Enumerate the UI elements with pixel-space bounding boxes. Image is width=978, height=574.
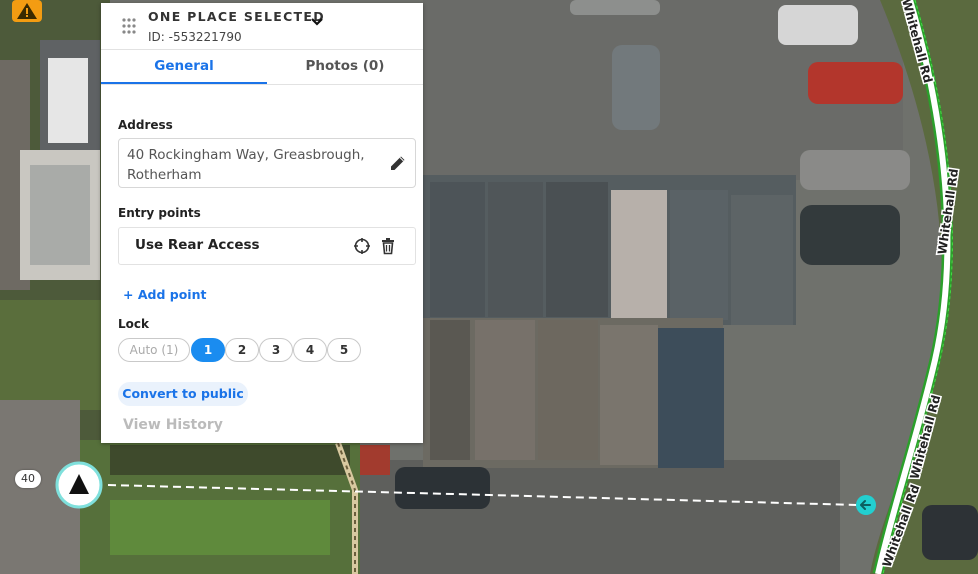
place-details-panel: ONE PLACE SELECTED ID: -553221790 Genera… xyxy=(101,3,423,443)
address-value: 40 Rockingham Way, Greasbrough, Rotherha… xyxy=(127,147,365,183)
add-point-link[interactable]: + Add point xyxy=(123,287,206,302)
convert-to-public-button[interactable]: Convert to public xyxy=(118,382,248,406)
tab-photos[interactable]: Photos (0) xyxy=(267,50,423,82)
chevron-down-icon[interactable] xyxy=(308,13,326,31)
lock-option-2[interactable]: 2 xyxy=(225,338,259,362)
panel-header: ONE PLACE SELECTED ID: -553221790 xyxy=(101,3,423,49)
place-id: ID: -553221790 xyxy=(148,30,242,44)
entry-points-label: Entry points xyxy=(118,206,201,220)
lock-option-auto[interactable]: Auto (1) xyxy=(118,338,190,362)
panel-title: ONE PLACE SELECTED xyxy=(148,9,325,24)
navigation-arrow-icon[interactable] xyxy=(55,461,103,509)
drag-handle-icon[interactable] xyxy=(121,17,137,35)
crosshair-icon[interactable] xyxy=(353,237,371,255)
entry-point-item[interactable]: Use Rear Access xyxy=(118,227,416,265)
view-history-link[interactable]: View History xyxy=(123,417,223,433)
trash-icon[interactable] xyxy=(379,237,397,255)
address-label: Address xyxy=(118,118,173,132)
lock-option-1[interactable]: 1 xyxy=(191,338,225,362)
entry-point-name: Use Rear Access xyxy=(135,237,260,253)
lock-option-5[interactable]: 5 xyxy=(327,338,361,362)
panel-tabs: General Photos (0) xyxy=(101,49,423,85)
warning-icon[interactable] xyxy=(12,0,42,22)
pencil-icon[interactable] xyxy=(388,153,408,173)
lock-option-4[interactable]: 4 xyxy=(293,338,327,362)
house-number-label: 40 xyxy=(15,470,41,488)
address-field[interactable]: 40 Rockingham Way, Greasbrough, Rotherha… xyxy=(118,138,416,188)
tab-general[interactable]: General xyxy=(101,50,267,84)
lock-label: Lock xyxy=(118,317,149,331)
entry-point-marker-icon[interactable] xyxy=(855,494,877,516)
lock-option-3[interactable]: 3 xyxy=(259,338,293,362)
